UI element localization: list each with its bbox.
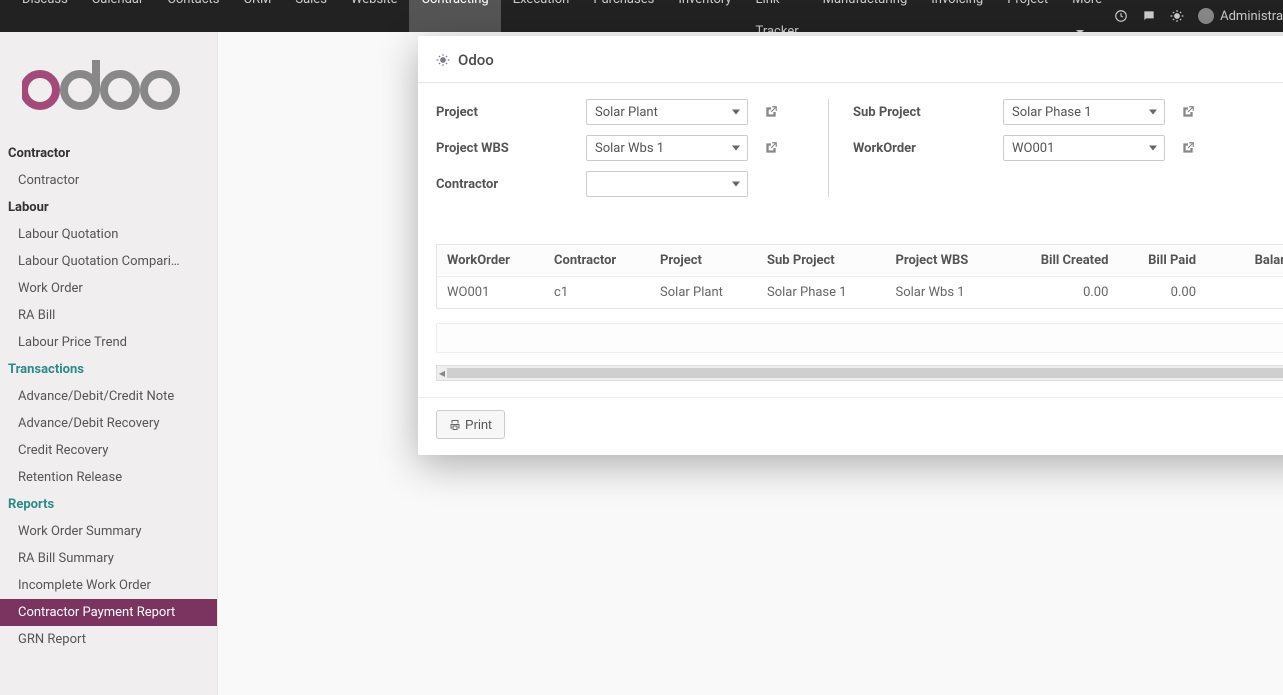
- cell-bill-paid: 0.00: [1118, 277, 1206, 309]
- modal-title: Odoo: [458, 51, 494, 69]
- project-label: Project: [436, 105, 576, 120]
- sidebar-item-advance-note[interactable]: Advance/Debit/Credit Note: [0, 383, 217, 410]
- modal-dialog: Odoo × Project Solar Plant Project WBS S…: [418, 36, 1283, 455]
- cell-balance-remaining: 0.00: [1206, 277, 1283, 309]
- external-link-icon[interactable]: [764, 105, 778, 119]
- cell-project-wbs: Solar Wbs 1: [886, 277, 1006, 309]
- sidebar-item-incomplete-work-order[interactable]: Incomplete Work Order: [0, 572, 217, 599]
- external-link-icon[interactable]: [764, 141, 778, 155]
- scrollbar-thumb[interactable]: [447, 368, 1283, 378]
- work-order-select-value: WO001: [1012, 141, 1054, 156]
- clock-icon[interactable]: [1114, 9, 1128, 23]
- cell-project: Solar Plant: [650, 277, 757, 309]
- form-col-1: Project Solar Plant Project WBS Solar Wb…: [436, 99, 778, 197]
- topbar-right: Administra: [1114, 8, 1283, 24]
- sidebar-item-labour-quotation[interactable]: Labour Quotation: [0, 221, 217, 248]
- sidebar-item-ra-bill-summary[interactable]: RA Bill Summary: [0, 545, 217, 572]
- sidebar-item-credit-recovery[interactable]: Credit Recovery: [0, 437, 217, 464]
- modal-body: Project Solar Plant Project WBS Solar Wb…: [418, 83, 1283, 397]
- filter-form: Project Solar Plant Project WBS Solar Wb…: [436, 99, 1283, 197]
- project-select[interactable]: Solar Plant: [586, 99, 748, 125]
- bug-icon[interactable]: [1170, 9, 1184, 23]
- avatar: [1198, 8, 1214, 24]
- contractor-label: Contractor: [436, 177, 576, 192]
- col-bill-created[interactable]: Bill Created: [1005, 245, 1118, 277]
- chat-icon[interactable]: [1142, 9, 1156, 23]
- project-wbs-select[interactable]: Solar Wbs 1: [586, 135, 748, 161]
- col-bill-paid[interactable]: Bill Paid: [1118, 245, 1206, 277]
- col-project-wbs[interactable]: Project WBS: [886, 245, 1006, 277]
- sidebar-item-work-order[interactable]: Work Order: [0, 275, 217, 302]
- top-menubar: Discuss Calendar Contacts CRM Sales Webs…: [0, 0, 1283, 32]
- empty-panel: [436, 323, 1283, 353]
- external-link-icon[interactable]: [1181, 141, 1195, 155]
- cell-contractor: c1: [544, 277, 650, 309]
- left-column: Contractor Contractor Labour Labour Quot…: [0, 32, 218, 695]
- work-order-select[interactable]: WO001: [1003, 135, 1165, 161]
- contractor-select[interactable]: [586, 171, 748, 197]
- sidebar-header-reports: Reports: [0, 491, 217, 518]
- sidebar-item-contractor[interactable]: Contractor: [0, 167, 217, 194]
- sidebar-item-labour-price-trend[interactable]: Labour Price Trend: [0, 329, 217, 356]
- sidebar-item-work-order-summary[interactable]: Work Order Summary: [0, 518, 217, 545]
- sidebar-item-ra-bill[interactable]: RA Bill: [0, 302, 217, 329]
- user-menu[interactable]: Administra: [1198, 8, 1283, 24]
- sidebar-item-labour-quotation-comparison[interactable]: Labour Quotation Compari…: [0, 248, 217, 275]
- print-icon: [449, 419, 461, 431]
- sidebar-header-transactions: Transactions: [0, 356, 217, 383]
- project-wbs-select-value: Solar Wbs 1: [595, 141, 664, 156]
- scroll-left-icon: ◀: [437, 366, 447, 380]
- project-select-value: Solar Plant: [595, 105, 658, 120]
- sidebar-header-labour: Labour: [0, 194, 217, 221]
- sidebar-item-contractor-payment-report[interactable]: Contractor Payment Report: [0, 599, 217, 626]
- col-contractor[interactable]: Contractor: [544, 245, 650, 277]
- sub-project-select-value: Solar Phase 1: [1012, 105, 1092, 120]
- horizontal-scrollbar[interactable]: ◀ ▶: [436, 365, 1283, 381]
- external-link-icon[interactable]: [1181, 105, 1195, 119]
- report-table: WorkOrder Contractor Project Sub Project…: [436, 244, 1283, 309]
- cell-workorder: WO001: [437, 277, 544, 309]
- sidebar-item-grn-report[interactable]: GRN Report: [0, 626, 217, 653]
- print-button[interactable]: Print: [436, 410, 505, 439]
- col-balance-remaining[interactable]: Balance Remaining: [1206, 245, 1283, 277]
- cell-sub-project: Solar Phase 1: [757, 277, 886, 309]
- sidebar-item-retention-release[interactable]: Retention Release: [0, 464, 217, 491]
- print-button-label: Print: [465, 417, 492, 432]
- col-project[interactable]: Project: [650, 245, 757, 277]
- form-col-2: Sub Project Solar Phase 1 WorkOrder WO00…: [828, 99, 1195, 197]
- col-sub-project[interactable]: Sub Project: [757, 245, 886, 277]
- content-area: 1-1 / 1 Odoo × Proj: [218, 32, 1283, 695]
- sidebar-header-contractor: Contractor: [0, 140, 217, 167]
- sub-project-label: Sub Project: [853, 105, 993, 120]
- table-header-row: WorkOrder Contractor Project Sub Project…: [437, 245, 1283, 277]
- side-nav: Contractor Contractor Labour Labour Quot…: [0, 140, 217, 653]
- odoo-logo: [0, 32, 217, 140]
- sidebar-item-advance-recovery[interactable]: Advance/Debit Recovery: [0, 410, 217, 437]
- sub-project-select[interactable]: Solar Phase 1: [1003, 99, 1165, 125]
- table-row[interactable]: WO001 c1 Solar Plant Solar Phase 1 Solar…: [437, 277, 1283, 309]
- project-wbs-label: Project WBS: [436, 141, 576, 156]
- work-order-label: WorkOrder: [853, 141, 993, 156]
- user-name: Administra: [1220, 9, 1283, 24]
- cell-bill-created: 0.00: [1005, 277, 1118, 309]
- modal-footer: Print: [418, 397, 1283, 455]
- col-workorder[interactable]: WorkOrder: [437, 245, 544, 277]
- modal-header: Odoo ×: [418, 36, 1283, 83]
- bug-icon: [436, 53, 450, 67]
